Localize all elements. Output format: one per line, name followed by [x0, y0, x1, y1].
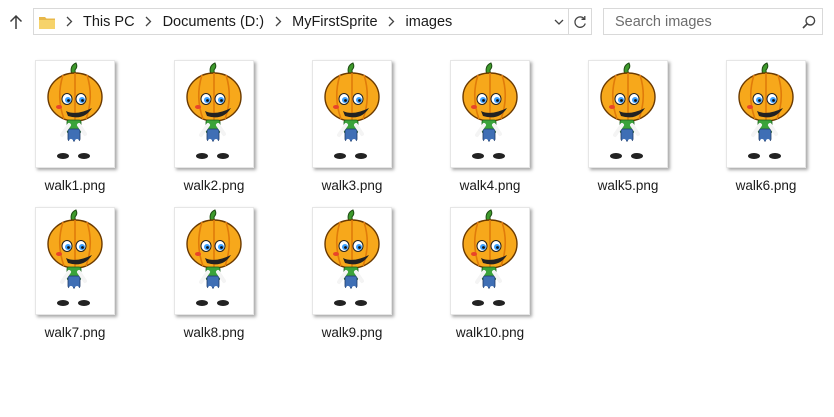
pumpkin-sprite-thumbnail-icon [588, 60, 668, 168]
chevron-down-icon [554, 19, 564, 25]
file-item[interactable]: walk7.png [14, 207, 134, 347]
address-bar[interactable]: This PC Documents (D:) MyFirstSprite ima… [33, 8, 592, 35]
pumpkin-sprite-thumbnail-icon [174, 207, 254, 315]
refresh-icon [574, 15, 586, 28]
file-name: walk9.png [321, 325, 383, 340]
chevron-right-icon[interactable] [142, 16, 156, 27]
file-name: walk7.png [44, 325, 106, 340]
file-item[interactable]: walk6.png [705, 60, 825, 200]
pumpkin-sprite-thumbnail-icon [726, 60, 806, 168]
up-one-level-button[interactable] [6, 11, 26, 33]
file-name: walk8.png [183, 325, 245, 340]
address-history-dropdown[interactable] [550, 9, 569, 34]
chevron-right-icon[interactable] [385, 16, 399, 27]
file-item[interactable]: walk10.png [429, 207, 549, 347]
search-box[interactable] [603, 8, 823, 35]
pumpkin-sprite-thumbnail-icon [312, 207, 392, 315]
pumpkin-sprite-thumbnail-icon [312, 60, 392, 168]
breadcrumb-documents[interactable]: Documents (D:) [163, 14, 265, 30]
search-button[interactable] [796, 9, 822, 34]
folder-icon [39, 15, 55, 29]
file-name: walk3.png [321, 178, 383, 193]
file-item[interactable]: walk5.png [567, 60, 687, 200]
search-input[interactable] [613, 12, 796, 31]
file-name: walk4.png [459, 178, 521, 193]
file-name: walk10.png [455, 325, 525, 340]
pumpkin-sprite-thumbnail-icon [450, 60, 530, 168]
pumpkin-sprite-thumbnail-icon [450, 207, 530, 315]
pumpkin-sprite-thumbnail-icon [35, 207, 115, 315]
breadcrumb-this-pc[interactable]: This PC [83, 14, 135, 30]
search-icon [802, 15, 816, 29]
file-item[interactable]: walk3.png [291, 60, 411, 200]
file-item[interactable]: walk1.png [14, 60, 134, 200]
breadcrumb-images[interactable]: images [406, 14, 453, 30]
file-name: walk5.png [597, 178, 659, 193]
file-name: walk6.png [735, 178, 797, 193]
breadcrumb-myfirstsprite[interactable]: MyFirstSprite [292, 14, 377, 30]
pumpkin-sprite-thumbnail-icon [35, 60, 115, 168]
file-item[interactable]: walk4.png [429, 60, 549, 200]
refresh-button[interactable] [569, 9, 591, 34]
chevron-right-icon[interactable] [62, 16, 76, 27]
file-item[interactable]: walk2.png [153, 60, 273, 200]
chevron-right-icon[interactable] [271, 16, 285, 27]
file-name: walk1.png [44, 178, 106, 193]
file-name: walk2.png [183, 178, 245, 193]
file-item[interactable]: walk9.png [291, 207, 411, 347]
arrow-up-icon [9, 14, 23, 29]
file-item[interactable]: walk8.png [153, 207, 273, 347]
pumpkin-sprite-thumbnail-icon [174, 60, 254, 168]
